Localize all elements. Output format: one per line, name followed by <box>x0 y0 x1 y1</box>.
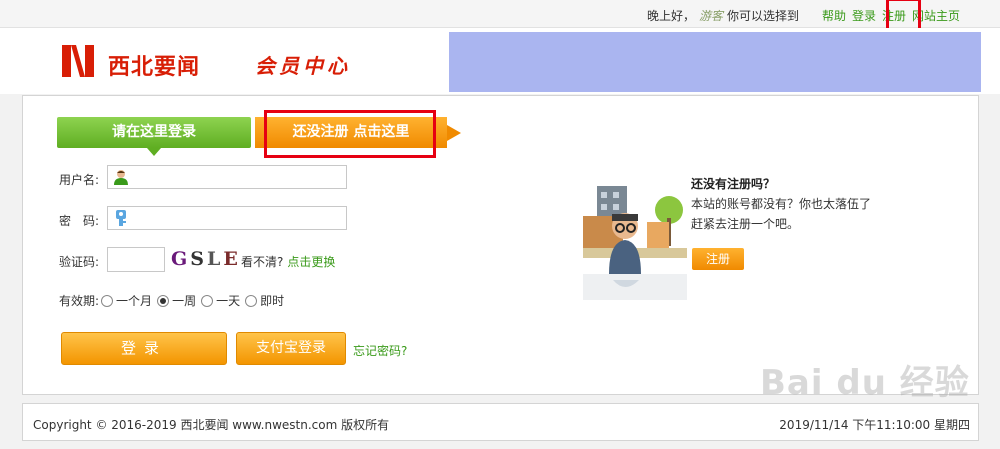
greeting: 晚上好， <box>647 9 696 23</box>
username-label: 用户名: <box>59 173 100 187</box>
captcha-char: E <box>223 248 241 270</box>
tab-login-label: 请在这里登录 <box>112 124 196 140</box>
validity-label: 有效期: <box>59 294 100 308</box>
guest-label: 游客 <box>699 9 724 23</box>
captcha-char: S <box>190 248 207 270</box>
change-captcha-link[interactable]: 点击更换 <box>287 255 335 269</box>
register-promo-line2: 赶紧去注册一个吧。 <box>691 217 800 231</box>
tab-login[interactable]: 请在这里登录 <box>57 117 251 156</box>
option-instant: 即时 <box>260 294 285 308</box>
header: 西北要闻 会员中心 <box>0 28 1000 94</box>
datetime-text: 2019/11/14 下午11:10:00 星期四 <box>779 418 970 432</box>
password-field[interactable] <box>107 206 347 230</box>
radio-one-month[interactable] <box>101 294 114 307</box>
login-link[interactable]: 登录 <box>852 9 876 23</box>
copyright-text: Copyright © 2016-2019 西北要闻 www.nwestn.co… <box>33 418 390 432</box>
option-one-month: 一个月 <box>116 294 153 308</box>
option-one-week: 一周 <box>172 294 197 308</box>
radio-instant[interactable] <box>245 294 258 307</box>
key-icon <box>116 210 126 226</box>
captcha-char: G <box>171 248 191 270</box>
captcha-char: L <box>206 248 224 270</box>
watermark: Bai du 经验 <box>760 363 970 403</box>
register-illustration <box>583 182 687 300</box>
tab-register-highlight <box>264 110 436 158</box>
site-name: 西北要闻 <box>108 54 201 80</box>
register-promo-line1: 本站的账号都没有？你也太落伍了 <box>691 197 872 211</box>
captcha-input[interactable] <box>107 247 165 272</box>
greeting-text: 晚上好， 游客 你可以选择到 <box>647 7 799 24</box>
captcha-label: 验证码: <box>59 255 100 269</box>
tab-register-arrow <box>447 125 461 141</box>
validity-row: 有效期: 一个月 一周 一天 即时 <box>59 292 287 309</box>
radio-one-day[interactable] <box>201 294 214 307</box>
login-button[interactable]: 登录 <box>61 332 227 365</box>
logo-icon <box>62 45 94 77</box>
tab-login-pointer <box>147 148 161 156</box>
footer: Copyright © 2016-2019 西北要闻 www.nwestn.co… <box>22 403 979 441</box>
user-icon <box>114 170 128 185</box>
choose-text: 你可以选择到 <box>727 9 800 23</box>
option-one-day: 一天 <box>216 294 241 308</box>
cant-see-text: 看不清? <box>241 255 284 269</box>
member-center-title: 会员中心 <box>255 54 351 78</box>
register-promo-title: 还没有注册吗？ <box>691 177 776 191</box>
alipay-login-button[interactable]: 支付宝登录 <box>236 332 346 365</box>
help-link[interactable]: 帮助 <box>822 9 846 23</box>
top-bar: 晚上好， 游客 你可以选择到 帮助 登录 注册 网站主页 <box>0 0 1000 28</box>
captcha-refresh: 看不清? 点击更换 <box>241 253 335 270</box>
header-banner <box>449 32 981 92</box>
radio-one-week[interactable] <box>157 294 170 307</box>
register-button[interactable]: 注册 <box>692 248 744 270</box>
password-label: 密 码: <box>59 214 100 228</box>
username-field[interactable] <box>107 165 347 189</box>
captcha-image[interactable]: GSLE <box>171 248 238 272</box>
forgot-password-link[interactable]: 忘记密码? <box>353 342 407 359</box>
